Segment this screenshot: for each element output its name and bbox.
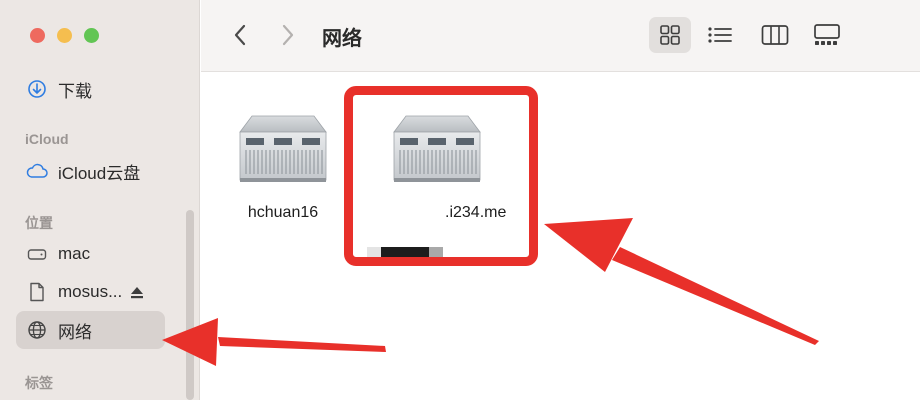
sidebar-item-label: mosus... — [58, 282, 123, 301]
globe-icon — [26, 319, 48, 341]
finder-window: 下载 iCloud iCloud云盘 位置 mac mosus... 网络 标签… — [0, 0, 920, 400]
drive-icon — [26, 243, 48, 265]
gallery-view-button[interactable] — [806, 17, 848, 53]
file-browser-content: hchuan16 .i234.me — [201, 72, 920, 400]
sidebar-section-icloud: iCloud — [25, 131, 69, 147]
columns-icon — [761, 25, 789, 45]
window-title: 网络 — [322, 28, 362, 50]
sidebar-item-network[interactable]: 网络 — [16, 311, 165, 349]
server-icon — [238, 112, 328, 184]
list-icon — [708, 27, 732, 43]
back-button[interactable] — [225, 20, 255, 50]
sidebar-section-locations: 位置 — [25, 215, 53, 231]
gallery-icon — [814, 24, 840, 45]
sidebar-item-label: iCloud云盘 — [58, 163, 141, 183]
sidebar-item-mosus[interactable]: mosus... — [16, 273, 165, 311]
sidebar-item-downloads[interactable]: 下载 — [16, 70, 165, 108]
maximize-window-button[interactable] — [84, 28, 99, 43]
sidebar-item-label: 下载 — [58, 81, 92, 101]
icon-view-button[interactable] — [649, 17, 691, 53]
chevron-left-icon — [234, 24, 246, 46]
download-circle-icon — [26, 78, 48, 100]
chevron-right-icon — [282, 24, 294, 46]
icloud-icon — [26, 160, 48, 182]
sidebar-item-mac[interactable]: mac — [16, 235, 165, 273]
sidebar-scrollbar[interactable] — [186, 210, 194, 400]
sidebar-item-label: 网络 — [58, 322, 92, 342]
eject-icon[interactable] — [130, 285, 148, 299]
document-icon — [26, 281, 48, 303]
minimize-window-button[interactable] — [57, 28, 72, 43]
sidebar: 下载 iCloud iCloud云盘 位置 mac mosus... 网络 标签 — [0, 0, 200, 400]
sidebar-section-tags: 标签 — [25, 375, 53, 391]
network-server-item[interactable]: hchuan16 — [213, 112, 353, 232]
grid-icon — [660, 25, 680, 45]
sidebar-item-icloud-drive[interactable]: iCloud云盘 — [16, 152, 165, 190]
sidebar-item-label: mac — [58, 244, 91, 263]
column-view-button[interactable] — [754, 17, 796, 53]
close-window-button[interactable] — [30, 28, 45, 43]
forward-button[interactable] — [273, 20, 303, 50]
toolbar: 网络 — [201, 0, 920, 72]
list-view-button[interactable] — [699, 17, 741, 53]
item-name: hchuan16 — [247, 204, 319, 221]
annotation-highlight-box — [344, 86, 538, 266]
